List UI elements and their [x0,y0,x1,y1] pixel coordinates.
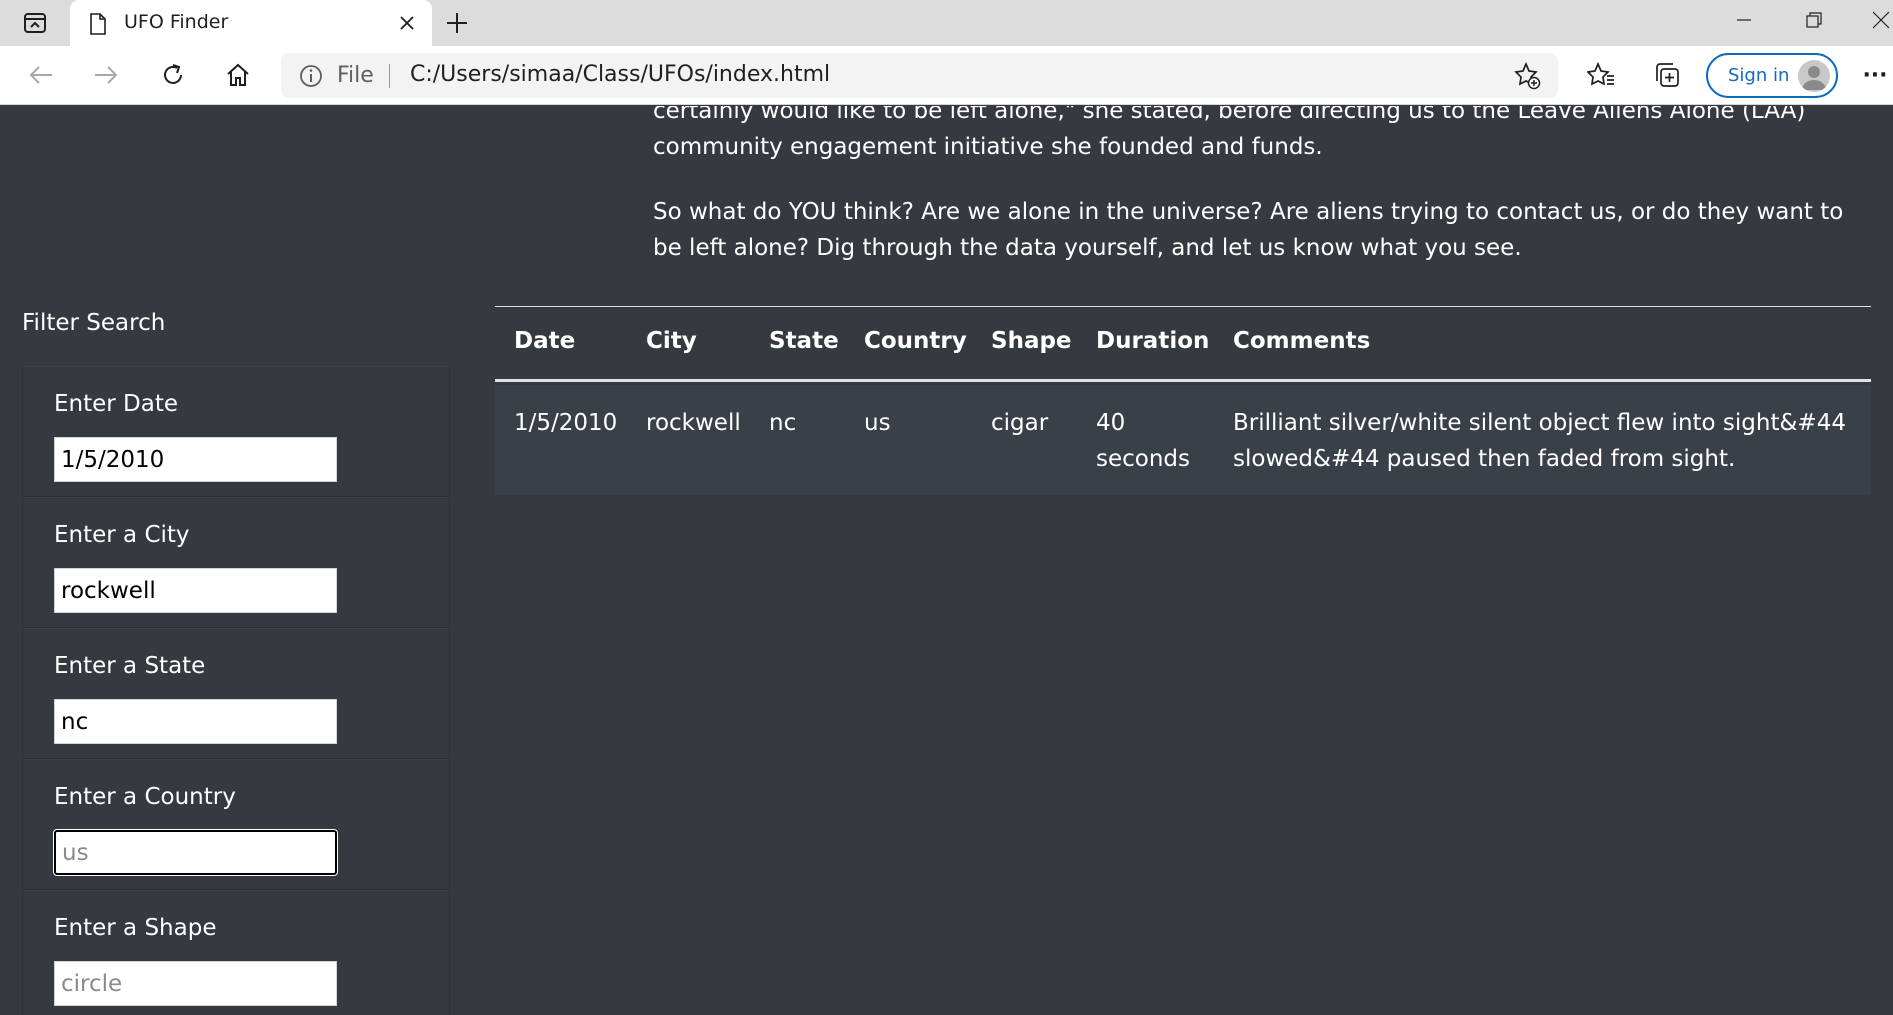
filter-search-title: Filter Search [22,310,166,336]
city-input[interactable] [54,568,337,613]
add-favorite-icon[interactable] [1513,61,1541,90]
sign-in-label: Sign in [1728,65,1790,86]
cell-date: 1/5/2010 [514,410,618,436]
browser-tab-bar: UFO Finder [0,0,1893,47]
country-input[interactable] [54,830,337,875]
sign-in-button[interactable]: Sign in [1706,53,1838,98]
cell-shape: cigar [991,410,1049,436]
more-options-icon[interactable]: ··· [1855,55,1893,95]
table-header: Date City State Country Shape Duration C… [495,307,1871,382]
column-header-date: Date [514,328,576,354]
file-scheme-label: File [337,63,374,88]
favorites-icon[interactable] [1581,55,1621,95]
new-tab-icon[interactable] [440,7,474,39]
cell-city: rockwell [646,410,741,436]
intro-paragraph: So what do YOU think? Are we alone in th… [653,199,1844,261]
close-window-icon[interactable] [1850,0,1893,40]
page-icon [88,13,108,35]
address-bar[interactable]: File C:/Users/simaa/Class/UFOs/index.htm… [281,53,1558,98]
close-tab-icon[interactable] [392,10,422,36]
filter-item-country: Enter a Country [23,759,449,890]
filter-item-state: Enter a State [23,628,449,759]
filter-item-shape: Enter a Shape [23,890,449,1015]
table-row: 1/5/2010 rockwell nc us cigar 40 seconds… [495,385,1871,495]
column-header-duration: Duration [1096,328,1210,354]
cell-country: us [864,410,891,436]
filter-label-state: Enter a State [54,653,206,679]
address-url[interactable]: C:/Users/simaa/Class/UFOs/index.html [410,62,830,87]
filter-label-date: Enter Date [54,391,179,417]
refresh-icon[interactable] [153,55,193,95]
cell-state: nc [769,410,797,436]
minimize-icon[interactable] [1713,0,1775,40]
forward-icon[interactable] [86,55,126,95]
back-icon[interactable] [21,55,61,95]
column-header-country: Country [864,328,967,354]
filter-label-shape: Enter a Shape [54,915,217,941]
home-icon[interactable] [218,55,258,95]
tab-actions-icon[interactable] [16,8,54,38]
avatar-icon [1798,60,1830,92]
filter-item-city: Enter a City [23,497,449,628]
address-separator [389,64,390,88]
filter-item-date: Enter Date [23,366,449,497]
date-input[interactable] [54,437,337,482]
cell-duration: 40 seconds [1096,410,1191,472]
column-header-state: State [769,328,839,354]
tab-title: UFO Finder [124,11,229,33]
state-input[interactable] [54,699,337,744]
filter-label-country: Enter a Country [54,784,236,810]
filter-label-city: Enter a City [54,522,190,548]
collections-icon[interactable] [1647,55,1687,95]
cell-comments: Brilliant silver/white silent object fle… [1233,410,1846,472]
column-header-comments: Comments [1233,328,1371,354]
restore-icon[interactable] [1783,0,1845,40]
filter-list: Enter Date Enter a City Enter a State En… [22,366,450,1015]
column-header-city: City [646,328,697,354]
info-icon[interactable] [299,64,323,88]
browser-toolbar: File C:/Users/simaa/Class/UFOs/index.htm… [0,46,1893,105]
browser-tab-active[interactable]: UFO Finder [70,0,432,47]
shape-input[interactable] [54,961,337,1006]
intro-paragraph: certainly would like to be left alone," … [653,106,1806,160]
page-content: certainly would like to be left alone," … [0,106,1893,1015]
column-header-shape: Shape [991,328,1072,354]
